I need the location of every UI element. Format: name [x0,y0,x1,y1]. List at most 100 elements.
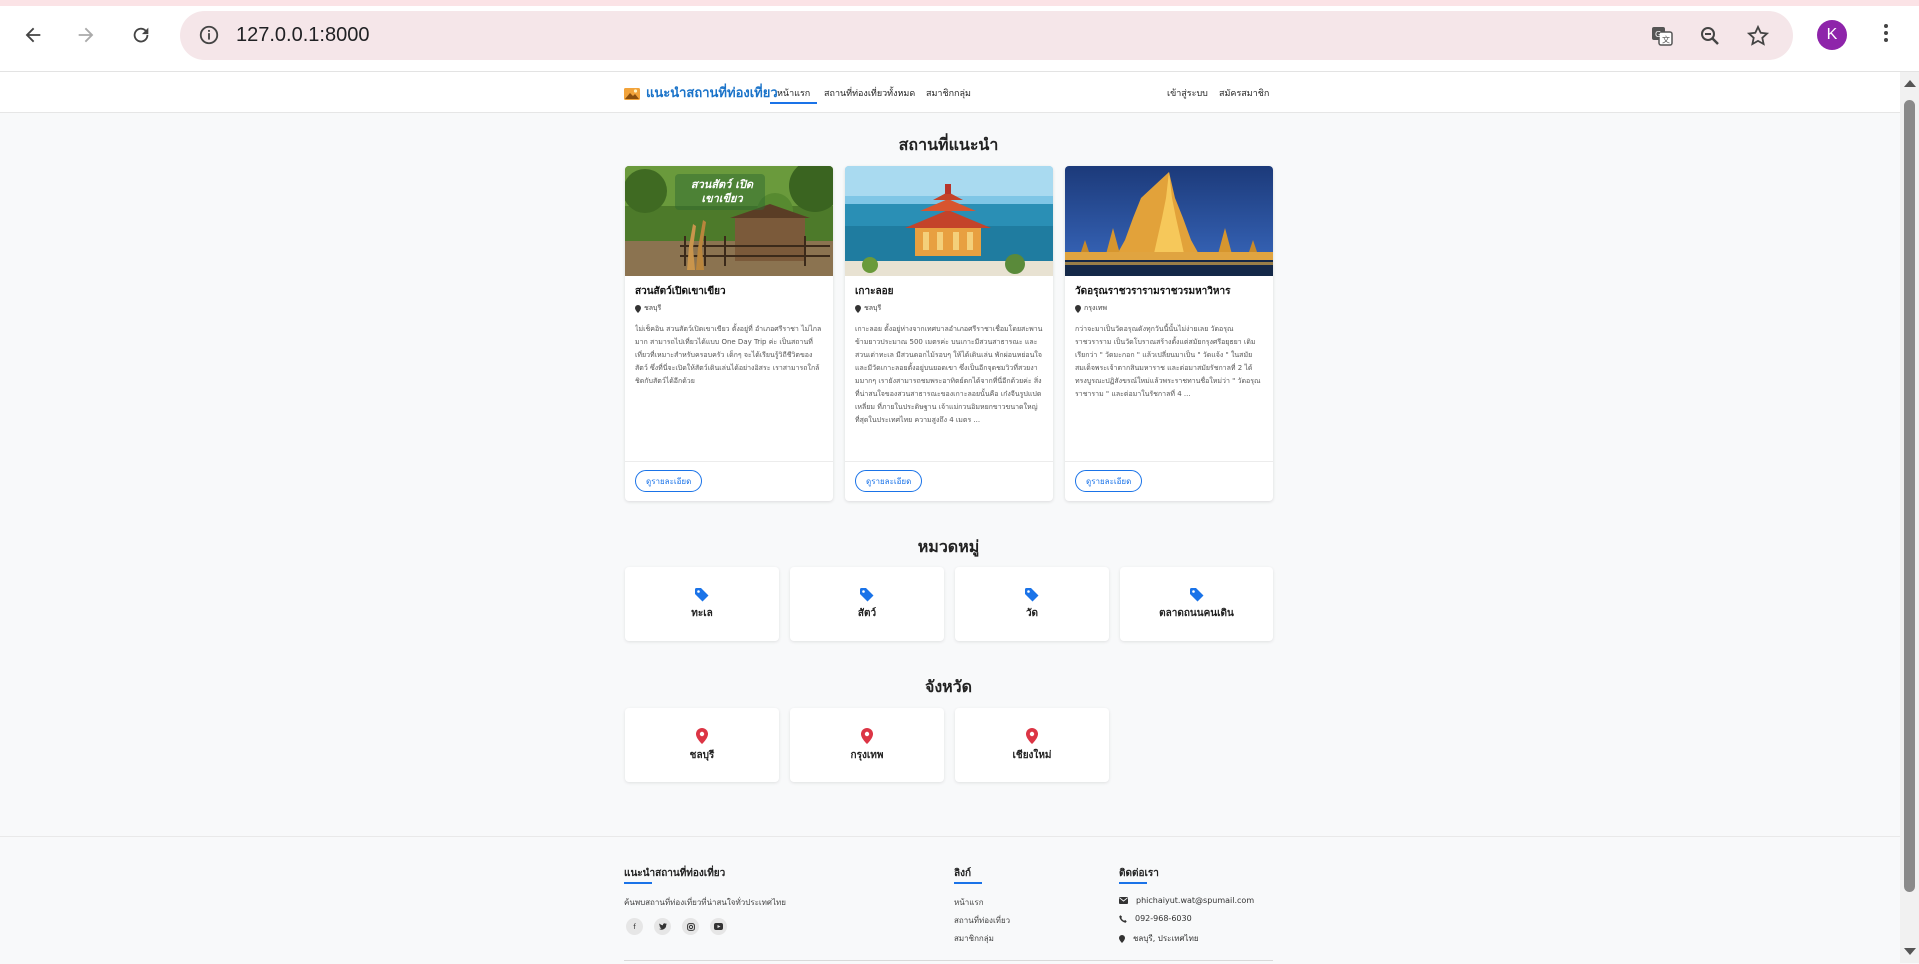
recommended-title: สถานที่แนะนำ [898,135,999,154]
tab-strip-edge [0,0,1919,6]
place-name: สวนสัตว์เปิดเขาเขียว [635,286,726,297]
email-text: phichaiyut.wat@spumail.com [1136,896,1255,905]
province-label: กรุงเทพ [850,749,884,761]
tag-icon [1189,587,1203,601]
map-pin-icon [1026,727,1038,744]
twitter-icon[interactable] [654,918,671,935]
contact-email[interactable]: phichaiyut.wat@spumail.com [1119,896,1254,905]
map-pin-icon [696,727,708,744]
facebook-icon[interactable]: f [626,918,643,935]
browser-chrome: 127.0.0.1:8000 G文 K [0,0,1919,72]
place-name: วัดอรุณราชวรารามราชวรมหาวิหาร [1075,286,1231,297]
footer-divider [624,960,1273,961]
tag-icon [695,587,709,601]
brand[interactable]: แนะนำสถานที่ท่องเที่ยว [624,82,778,103]
translate-icon[interactable]: G文 [1649,23,1675,49]
category-label: วัด [1025,607,1039,619]
footer-link-home[interactable]: หน้าแรก [954,896,984,909]
info-icon[interactable] [198,24,220,50]
nav-link-register[interactable]: สมัครสมาชิก [1219,86,1269,100]
profile-avatar[interactable]: K [1817,20,1847,50]
site-navbar: แนะนำสถานที่ท่องเที่ยว หน้าแรก สถานที่ท่… [0,72,1900,113]
place-image-wat-arun[interactable] [1065,166,1273,276]
place-image-zoo[interactable]: สวนสัตว์ เปิดเขาเขียว [625,166,833,276]
nav-link-login[interactable]: เข้าสู่ระบบ [1167,86,1208,100]
svg-text:G: G [1655,30,1661,39]
site-footer [0,836,1900,964]
scroll-down-arrow[interactable] [1904,948,1916,955]
place-card-zoo: สวนสัตว์ เปิดเขาเขียว สวนสัตว์เปิดเขาเขี… [625,166,833,501]
province-label: ชลบุรี [689,749,715,761]
reload-button[interactable] [125,19,157,51]
place-name: เกาะลอย [855,286,894,297]
place-location: ชลบุรี [635,303,661,314]
footer-about-text: ค้นพบสถานที่ท่องเที่ยวที่น่าสนใจทั่วประเ… [624,898,786,907]
view-details-button[interactable]: ดูรายละเอียด [855,470,923,492]
tag-icon [1025,587,1039,601]
provinces-title: จังหวัด [924,677,973,696]
view-details-button[interactable]: ดูรายละเอียด [635,470,703,492]
zoom-icon[interactable] [1697,23,1723,49]
view-details-button[interactable]: ดูรายละเอียด [1075,470,1143,492]
url-text[interactable]: 127.0.0.1:8000 [236,24,369,47]
contact-phone[interactable]: 092-968-6030 [1119,914,1192,923]
category-tile-walking-street[interactable]: ตลาดถนนคนเดิน [1120,567,1273,641]
nav-link-members[interactable]: สมาชิกกลุ่ม [926,86,971,100]
category-tile-animals[interactable]: สัตว์ [790,567,944,641]
nav-link-all-places[interactable]: สถานที่ท่องเที่ยวทั้งหมด [824,86,915,100]
tag-icon [860,587,874,601]
footer-about-title: แนะนำสถานที่ท่องเที่ยว [624,868,726,884]
forward-button[interactable] [70,19,102,51]
card-divider [1065,461,1273,462]
back-icon [25,27,41,43]
contact-address: ชลบุรี, ประเทศไทย [1119,932,1199,945]
category-label: ตลาดถนนคนเดิน [1159,607,1234,619]
youtube-icon[interactable] [710,918,727,935]
reload-icon [133,27,149,43]
place-province: ชลบุรี [864,304,882,312]
place-card-koh-loy: เกาะลอย ชลบุรี เกาะลอย ตั้งอยู่ห่างจากเท… [845,166,1053,501]
place-location: กรุงเทพ [1075,303,1107,314]
card-divider [845,461,1053,462]
forward-icon [78,27,94,43]
zoo-image-caption: สวนสัตว์ เปิดเขาเขียว [690,178,754,205]
place-card-wat-arun: วัดอรุณราชวรารามราชวรมหาวิหาร กรุงเทพ กว… [1065,166,1273,501]
map-marker-icon [1075,304,1081,313]
star-icon[interactable] [1745,23,1771,49]
place-province: กรุงเทพ [1084,304,1108,312]
map-marker-icon [1119,934,1125,943]
footer-link-places[interactable]: สถานที่ท่องเที่ยว [954,914,1010,927]
footer-links-title: ลิงก์ [954,868,983,884]
province-tile-chonburi[interactable]: ชลบุรี [625,708,779,782]
province-label: เชียงใหม่ [1012,749,1052,761]
place-image-koh-loy[interactable] [845,166,1053,276]
scroll-up-arrow[interactable] [1904,80,1916,87]
categories-title: หมวดหมู่ [917,537,980,556]
place-description: ไม่เช็คอิน สวนสัตว์เปิดเขาเขียว ตั้งอยู่… [635,325,822,385]
phone-text: 092-968-6030 [1135,914,1192,923]
map-pin-icon [861,727,873,744]
footer-link-members[interactable]: สมาชิกกลุ่ม [954,932,994,945]
back-button[interactable] [17,19,49,51]
footer-contact-title: ติดต่อเรา [1119,868,1159,884]
map-marker-icon [855,304,861,313]
landscape-icon [624,87,640,100]
category-tile-sea[interactable]: ทะเล [625,567,779,641]
brand-name: แนะนำสถานที่ท่องเที่ยว [646,86,778,101]
place-description: กว่าจะมาเป็นวัดอรุณดังทุกวันนี้นั้นไม่ง่… [1075,325,1261,398]
category-tile-temple[interactable]: วัด [955,567,1109,641]
province-tile-bangkok[interactable]: กรุงเทพ [790,708,944,782]
place-province: ชลบุรี [644,304,662,312]
address-bar[interactable]: 127.0.0.1:8000 G文 [180,11,1793,60]
place-description: เกาะลอย ตั้งอยู่ห่างจากเทศบาลอำเภอศรีราช… [855,325,1043,424]
nav-link-home[interactable]: หน้าแรก [769,86,818,104]
address-text: ชลบุรี, ประเทศไทย [1133,934,1199,943]
category-label: ทะเล [691,607,713,619]
svg-text:文: 文 [1662,35,1670,45]
page-scrollbar[interactable] [1900,72,1919,963]
instagram-icon[interactable] [682,918,699,935]
menu-icon[interactable] [1876,21,1896,51]
map-marker-icon [635,304,641,313]
scroll-thumb[interactable] [1904,100,1915,892]
province-tile-chiang-mai[interactable]: เชียงใหม่ [955,708,1109,782]
